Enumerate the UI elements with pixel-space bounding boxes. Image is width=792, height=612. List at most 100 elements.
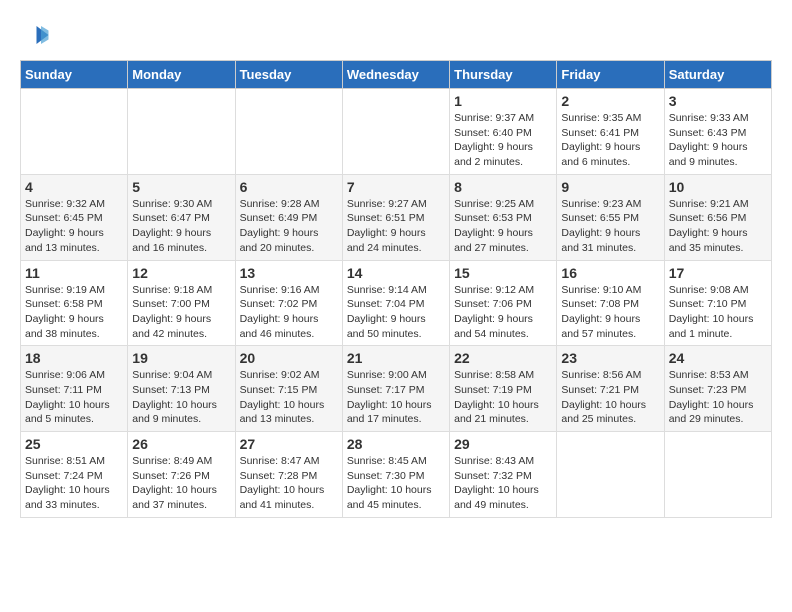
day-info: Sunrise: 9:30 AM Sunset: 6:47 PM Dayligh… — [132, 197, 230, 256]
calendar-cell: 26 Sunrise: 8:49 AM Sunset: 7:26 PM Dayli… — [128, 432, 235, 518]
day-number: 11 — [25, 265, 123, 281]
day-number: 4 — [25, 179, 123, 195]
calendar-week-row: 1Sunrise: 9:37 AM Sunset: 6:40 PM Daylig… — [21, 89, 772, 175]
day-info: Sunrise: 9:28 AM Sunset: 6:49 PM Dayligh… — [240, 197, 338, 256]
calendar-cell — [664, 432, 771, 518]
day-number: 12 — [132, 265, 230, 281]
day-info: Sunrise: 9:02 AM Sunset: 7:15 PM Dayligh… — [240, 368, 338, 427]
day-number: 10 — [669, 179, 767, 195]
day-number: 24 — [669, 350, 767, 366]
calendar-cell — [342, 89, 449, 175]
day-of-week-header: Sunday — [21, 61, 128, 89]
calendar-cell: 15 Sunrise: 9:12 AM Sunset: 7:06 PM Dayli… — [450, 260, 557, 346]
calendar-week-row: 18Sunrise: 9:06 AM Sunset: 7:11 PM Dayli… — [21, 346, 772, 432]
calendar-cell: 8 Sunrise: 9:25 AM Sunset: 6:53 PM Daylig… — [450, 174, 557, 260]
day-info: Sunrise: 8:47 AM Sunset: 7:28 PM Dayligh… — [240, 454, 338, 513]
day-number: 13 — [240, 265, 338, 281]
calendar-cell: 28 Sunrise: 8:45 AM Sunset: 7:30 PM Dayli… — [342, 432, 449, 518]
calendar-cell: 16Sunrise: 9:10 AM Sunset: 7:08 PM Dayli… — [557, 260, 664, 346]
calendar: SundayMondayTuesdayWednesdayThursdayFrid… — [20, 60, 772, 518]
calendar-cell: 25 Sunrise: 8:51 AM Sunset: 7:24 PM Dayli… — [21, 432, 128, 518]
day-number: 2 — [561, 93, 659, 109]
day-number: 15 — [454, 265, 552, 281]
day-number: 23 — [561, 350, 659, 366]
day-of-week-header: Friday — [557, 61, 664, 89]
days-of-week-row: SundayMondayTuesdayWednesdayThursdayFrid… — [21, 61, 772, 89]
calendar-cell: 9 Sunrise: 9:23 AM Sunset: 6:55 PM Daylig… — [557, 174, 664, 260]
day-info: Sunrise: 9:33 AM Sunset: 6:43 PM Dayligh… — [669, 111, 767, 170]
logo — [20, 20, 54, 50]
logo-icon — [20, 20, 50, 50]
calendar-cell — [128, 89, 235, 175]
calendar-cell: 21Sunrise: 9:00 AM Sunset: 7:17 PM Dayli… — [342, 346, 449, 432]
day-info: Sunrise: 9:23 AM Sunset: 6:55 PM Dayligh… — [561, 197, 659, 256]
calendar-cell: 18Sunrise: 9:06 AM Sunset: 7:11 PM Dayli… — [21, 346, 128, 432]
day-number: 8 — [454, 179, 552, 195]
calendar-cell: 3 Sunrise: 9:33 AM Sunset: 6:43 PM Daylig… — [664, 89, 771, 175]
calendar-week-row: 11 Sunrise: 9:19 AM Sunset: 6:58 PM Dayli… — [21, 260, 772, 346]
day-info: Sunrise: 9:18 AM Sunset: 7:00 PM Dayligh… — [132, 283, 230, 342]
calendar-cell: 10 Sunrise: 9:21 AM Sunset: 6:56 PM Dayli… — [664, 174, 771, 260]
day-info: Sunrise: 8:45 AM Sunset: 7:30 PM Dayligh… — [347, 454, 445, 513]
day-info: Sunrise: 8:51 AM Sunset: 7:24 PM Dayligh… — [25, 454, 123, 513]
day-info: Sunrise: 8:58 AM Sunset: 7:19 PM Dayligh… — [454, 368, 552, 427]
day-info: Sunrise: 9:16 AM Sunset: 7:02 PM Dayligh… — [240, 283, 338, 342]
calendar-cell: 19 Sunrise: 9:04 AM Sunset: 7:13 PM Dayli… — [128, 346, 235, 432]
day-number: 22 — [454, 350, 552, 366]
calendar-cell — [235, 89, 342, 175]
calendar-cell: 2 Sunrise: 9:35 AM Sunset: 6:41 PM Daylig… — [557, 89, 664, 175]
calendar-body: 1Sunrise: 9:37 AM Sunset: 6:40 PM Daylig… — [21, 89, 772, 518]
day-info: Sunrise: 9:12 AM Sunset: 7:06 PM Dayligh… — [454, 283, 552, 342]
day-info: Sunrise: 9:21 AM Sunset: 6:56 PM Dayligh… — [669, 197, 767, 256]
day-number: 7 — [347, 179, 445, 195]
calendar-cell — [557, 432, 664, 518]
day-info: Sunrise: 9:08 AM Sunset: 7:10 PM Dayligh… — [669, 283, 767, 342]
calendar-cell: 23Sunrise: 8:56 AM Sunset: 7:21 PM Dayli… — [557, 346, 664, 432]
day-number: 9 — [561, 179, 659, 195]
day-number: 5 — [132, 179, 230, 195]
day-number: 6 — [240, 179, 338, 195]
day-number: 20 — [240, 350, 338, 366]
calendar-cell: 4 Sunrise: 9:32 AM Sunset: 6:45 PM Daylig… — [21, 174, 128, 260]
calendar-week-row: 4 Sunrise: 9:32 AM Sunset: 6:45 PM Daylig… — [21, 174, 772, 260]
day-info: Sunrise: 8:43 AM Sunset: 7:32 PM Dayligh… — [454, 454, 552, 513]
day-of-week-header: Saturday — [664, 61, 771, 89]
calendar-cell: 24 Sunrise: 8:53 AM Sunset: 7:23 PM Dayli… — [664, 346, 771, 432]
day-number: 25 — [25, 436, 123, 452]
header — [20, 20, 772, 50]
calendar-week-row: 25 Sunrise: 8:51 AM Sunset: 7:24 PM Dayli… — [21, 432, 772, 518]
day-number: 17 — [669, 265, 767, 281]
day-of-week-header: Tuesday — [235, 61, 342, 89]
day-of-week-header: Monday — [128, 61, 235, 89]
calendar-cell — [21, 89, 128, 175]
calendar-cell: 14 Sunrise: 9:14 AM Sunset: 7:04 PM Dayli… — [342, 260, 449, 346]
day-number: 14 — [347, 265, 445, 281]
calendar-cell: 7 Sunrise: 9:27 AM Sunset: 6:51 PM Daylig… — [342, 174, 449, 260]
day-of-week-header: Wednesday — [342, 61, 449, 89]
calendar-cell: 29 Sunrise: 8:43 AM Sunset: 7:32 PM Dayli… — [450, 432, 557, 518]
day-info: Sunrise: 8:49 AM Sunset: 7:26 PM Dayligh… — [132, 454, 230, 513]
day-info: Sunrise: 9:14 AM Sunset: 7:04 PM Dayligh… — [347, 283, 445, 342]
day-number: 21 — [347, 350, 445, 366]
day-number: 28 — [347, 436, 445, 452]
day-info: Sunrise: 9:27 AM Sunset: 6:51 PM Dayligh… — [347, 197, 445, 256]
day-info: Sunrise: 9:19 AM Sunset: 6:58 PM Dayligh… — [25, 283, 123, 342]
day-number: 19 — [132, 350, 230, 366]
day-info: Sunrise: 8:53 AM Sunset: 7:23 PM Dayligh… — [669, 368, 767, 427]
day-info: Sunrise: 9:37 AM Sunset: 6:40 PM Dayligh… — [454, 111, 552, 170]
day-info: Sunrise: 9:25 AM Sunset: 6:53 PM Dayligh… — [454, 197, 552, 256]
calendar-cell: 13 Sunrise: 9:16 AM Sunset: 7:02 PM Dayli… — [235, 260, 342, 346]
calendar-cell: 22 Sunrise: 8:58 AM Sunset: 7:19 PM Dayli… — [450, 346, 557, 432]
calendar-cell: 11 Sunrise: 9:19 AM Sunset: 6:58 PM Dayli… — [21, 260, 128, 346]
calendar-cell: 27Sunrise: 8:47 AM Sunset: 7:28 PM Dayli… — [235, 432, 342, 518]
day-info: Sunrise: 9:04 AM Sunset: 7:13 PM Dayligh… — [132, 368, 230, 427]
day-number: 26 — [132, 436, 230, 452]
day-info: Sunrise: 9:35 AM Sunset: 6:41 PM Dayligh… — [561, 111, 659, 170]
calendar-cell: 6 Sunrise: 9:28 AM Sunset: 6:49 PM Daylig… — [235, 174, 342, 260]
calendar-header: SundayMondayTuesdayWednesdayThursdayFrid… — [21, 61, 772, 89]
day-number: 3 — [669, 93, 767, 109]
day-info: Sunrise: 9:32 AM Sunset: 6:45 PM Dayligh… — [25, 197, 123, 256]
day-info: Sunrise: 9:10 AM Sunset: 7:08 PM Dayligh… — [561, 283, 659, 342]
day-number: 29 — [454, 436, 552, 452]
day-number: 18 — [25, 350, 123, 366]
